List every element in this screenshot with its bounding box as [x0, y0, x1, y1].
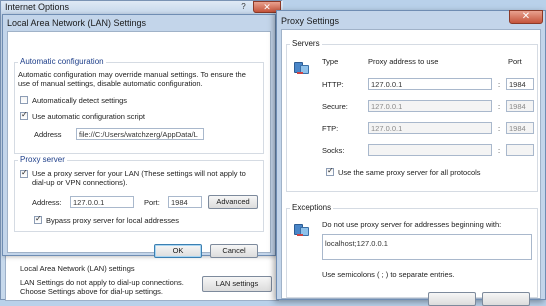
- network-icon: [294, 60, 310, 76]
- proxy-port-field[interactable]: 1984: [168, 196, 202, 208]
- socks-colon: :: [498, 146, 501, 155]
- proxy-address-label: Address:: [32, 198, 62, 207]
- http-label: HTTP:: [322, 80, 344, 89]
- proxy-dialog-title: Proxy Settings: [281, 16, 340, 26]
- use-proxy-checkbox[interactable]: [20, 168, 28, 178]
- lan-settings-dialog: Local Area Network (LAN) Settings Automa…: [2, 14, 276, 258]
- cancel-button[interactable]: Cancel: [210, 244, 258, 258]
- exceptions-label: Exceptions: [290, 203, 334, 212]
- proxy-settings-dialog: Proxy Settings ✕ Servers Type Proxy addr…: [276, 10, 546, 306]
- http-port-field[interactable]: 1984: [506, 78, 534, 90]
- socks-address-field[interactable]: [368, 144, 492, 156]
- lan-dialog-body: Automatic configuration Automatic config…: [7, 31, 271, 258]
- proxy-cancel-button[interactable]: [482, 292, 530, 306]
- address-header: Proxy address to use: [368, 57, 439, 66]
- ftp-address-field[interactable]: 127.0.0.1: [368, 122, 492, 134]
- proxy-ok-button[interactable]: [428, 292, 476, 306]
- auto-script-address-field[interactable]: file://C:/Users/watchzerg/AppData/L: [76, 128, 204, 140]
- ftp-colon: :: [498, 124, 501, 133]
- auto-config-description-2: use of manual settings, disable automati…: [18, 79, 203, 88]
- ok-button[interactable]: OK: [154, 244, 202, 258]
- exceptions-field[interactable]: localhost;127.0.0.1: [322, 234, 532, 260]
- use-proxy-label-1: Use a proxy server for your LAN (These s…: [32, 169, 246, 178]
- bypass-local-checkbox[interactable]: [34, 214, 42, 224]
- http-colon: :: [498, 80, 501, 89]
- http-address-field[interactable]: 127.0.0.1: [368, 78, 492, 90]
- lan-dialog-title: Local Area Network (LAN) Settings: [7, 18, 147, 28]
- ftp-port-field[interactable]: 1984: [506, 122, 534, 134]
- socks-port-field[interactable]: [506, 144, 534, 156]
- proxy-dialog-close-button[interactable]: ✕: [509, 10, 543, 24]
- auto-config-label: Automatic configuration: [18, 57, 106, 66]
- auto-script-checkbox[interactable]: [20, 110, 28, 120]
- lan-group-text-2: Choose Settings above for dial-up settin…: [20, 287, 164, 296]
- lan-group-title: Local Area Network (LAN) settings: [20, 264, 135, 273]
- proxy-port-label: Port:: [144, 198, 160, 207]
- auto-detect-label: Automatically detect settings: [32, 96, 128, 105]
- servers-label: Servers: [290, 39, 322, 48]
- port-header: Port: [508, 57, 522, 66]
- exceptions-network-icon: [294, 222, 310, 238]
- secure-label: Secure:: [322, 102, 348, 111]
- internet-options-title: Internet Options: [5, 2, 70, 12]
- help-button[interactable]: ?: [237, 2, 250, 13]
- use-proxy-label-2: dial-up or VPN connections).: [32, 178, 128, 187]
- exceptions-description: Do not use proxy server for addresses be…: [322, 220, 502, 229]
- type-header: Type: [322, 57, 339, 66]
- lan-settings-button[interactable]: LAN settings: [202, 276, 272, 292]
- bypass-local-label: Bypass proxy server for local addresses: [46, 216, 179, 225]
- proxy-server-label: Proxy server: [18, 155, 67, 164]
- exceptions-hint: Use semicolons ( ; ) to separate entries…: [322, 270, 455, 279]
- auto-detect-checkbox[interactable]: [20, 96, 28, 104]
- secure-colon: :: [498, 102, 501, 111]
- ftp-label: FTP:: [322, 124, 339, 133]
- secure-address-field[interactable]: 127.0.0.1: [368, 100, 492, 112]
- advanced-button[interactable]: Advanced: [208, 195, 258, 209]
- proxy-address-field[interactable]: 127.0.0.1: [70, 196, 134, 208]
- auto-address-label: Address: [34, 130, 62, 139]
- same-proxy-label: Use the same proxy server for all protoc…: [338, 168, 481, 177]
- same-proxy-checkbox[interactable]: [326, 166, 334, 176]
- auto-script-label: Use automatic configuration script: [32, 112, 145, 121]
- lan-group-text-1: LAN Settings do not apply to dial-up con…: [20, 278, 184, 287]
- secure-port-field[interactable]: 1984: [506, 100, 534, 112]
- lan-settings-group: Local Area Network (LAN) settings LAN Se…: [5, 253, 279, 301]
- proxy-dialog-body: Servers Type Proxy address to use Port H…: [281, 29, 541, 306]
- auto-config-description-1: Automatic configuration may override man…: [18, 70, 246, 79]
- socks-label: Socks:: [322, 146, 345, 155]
